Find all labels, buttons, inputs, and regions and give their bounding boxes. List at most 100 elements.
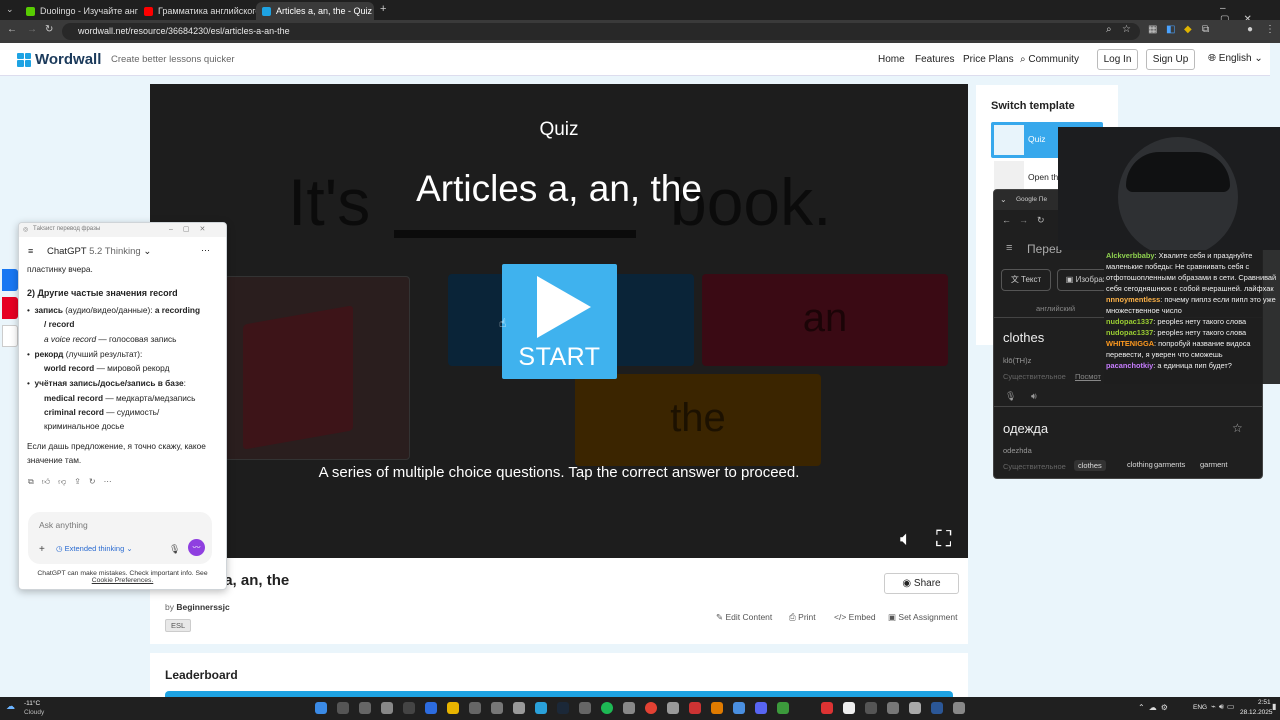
start-menu-icon[interactable] <box>315 702 327 714</box>
star-icon[interactable]: ☆ <box>1232 421 1243 435</box>
weather-icon[interactable]: ☁︎ <box>6 701 15 712</box>
weather-text[interactable]: Cloudy <box>24 709 44 716</box>
tab-duolingo[interactable]: Duolingo - Изучайте английск ✕ <box>20 2 138 20</box>
set-assignment-button[interactable]: ▣ Set Assignment <box>888 612 957 623</box>
spotify-icon[interactable] <box>601 702 613 714</box>
taskbar-app-icon[interactable] <box>865 702 877 714</box>
wordwall-logo[interactable]: Wordwall <box>17 51 101 68</box>
taskbar-app-icon[interactable] <box>887 702 899 714</box>
pinterest-icon[interactable] <box>2 297 18 319</box>
steam-icon[interactable] <box>557 702 569 714</box>
zoom-icon[interactable]: ⌕ <box>1106 24 1112 35</box>
start-button[interactable]: START <box>502 264 617 379</box>
notification-icon[interactable]: ▮ <box>1272 702 1276 711</box>
fullscreen-icon[interactable]: ⛶ <box>936 526 951 552</box>
file-explorer-icon[interactable] <box>447 702 459 714</box>
embed-share-icon[interactable] <box>2 325 18 347</box>
voice-mode-button[interactable]: 〰 <box>188 539 205 556</box>
message-actions[interactable]: ⧉👍︎👎︎⇪↻⋯ <box>28 477 120 487</box>
settings-icon[interactable] <box>953 702 965 714</box>
chat-input[interactable]: Ask anything + ◷ Extended thinking ⌄ 🎙︎ … <box>28 512 212 564</box>
taskbar-app-icon[interactable] <box>909 702 921 714</box>
taskbar-app-icon[interactable] <box>469 702 481 714</box>
taskbar-app-icon[interactable] <box>931 702 943 714</box>
microphone-icon[interactable]: 🎙︎ <box>1005 391 1016 402</box>
taskbar-app-icon[interactable] <box>425 702 437 714</box>
taskbar-app-icon[interactable] <box>711 702 723 714</box>
nav-features[interactable]: Features <box>915 54 954 65</box>
taskbar-app-icon[interactable] <box>689 702 701 714</box>
nav-home[interactable]: Home <box>878 54 905 65</box>
telegram-icon[interactable] <box>535 702 547 714</box>
taskbar-app-icon[interactable] <box>403 702 415 714</box>
tag-badge[interactable]: ESL <box>165 619 192 632</box>
forward-icon[interactable]: → <box>1019 215 1028 225</box>
source-text[interactable]: clothes <box>1003 330 1044 345</box>
reload-icon[interactable]: ↻ <box>45 24 53 35</box>
extension-icon[interactable]: ▦ <box>1148 24 1157 35</box>
network-volume-battery-icons[interactable]: ⌁🔊︎▭ <box>1211 702 1237 712</box>
share-button[interactable]: ◉ Share <box>884 573 959 594</box>
back-icon[interactable]: ← <box>1002 215 1011 225</box>
chevron-down-icon[interactable]: ⌄ <box>1000 195 1007 204</box>
taskbar-app-icon[interactable] <box>667 702 679 714</box>
extension-icon[interactable]: ◆ <box>1184 24 1192 35</box>
search-icon[interactable] <box>337 702 349 714</box>
edit-content-button[interactable]: ✎ Edit Content <box>716 612 772 623</box>
more-options-icon[interactable]: ⋯ <box>201 245 210 256</box>
print-button[interactable]: ⎙ Print <box>789 612 816 623</box>
synonym-chip[interactable]: garments <box>1154 460 1185 469</box>
task-view-icon[interactable] <box>359 702 371 714</box>
synonym-chip[interactable]: clothes <box>1074 460 1106 471</box>
taskbar-app-icon[interactable] <box>579 702 591 714</box>
tab-youtube[interactable]: Грамматика английского язы ✕ <box>138 2 256 20</box>
reload-icon[interactable]: ↻ <box>1037 215 1045 226</box>
taskbar-app-icon[interactable] <box>843 702 855 714</box>
taskbar-app-icon[interactable] <box>733 702 745 714</box>
taskbar-app-icon[interactable] <box>513 702 525 714</box>
microphone-icon[interactable]: 🎙︎ <box>169 544 180 555</box>
extensions-puzzle-icon[interactable]: ⧉ <box>1202 24 1209 35</box>
volume-icon[interactable]: 🔈︎ <box>900 528 912 551</box>
menu-icon[interactable]: ⋮ <box>1265 24 1275 35</box>
synonym-chip[interactable]: clothing <box>1127 460 1153 469</box>
tab-wordwall[interactable]: Articles a, an, the - Quiz ✕ <box>256 2 374 20</box>
extension-icon[interactable]: ◧ <box>1166 24 1175 35</box>
discord-icon[interactable] <box>755 702 767 714</box>
bookmark-star-icon[interactable]: ☆ <box>1122 24 1131 35</box>
taskbar-app-icon[interactable] <box>381 702 393 714</box>
back-icon[interactable]: ← <box>7 24 17 35</box>
plus-icon[interactable]: + <box>39 544 45 555</box>
speaker-icon[interactable]: 🔊︎ <box>1031 391 1037 402</box>
chrome-icon[interactable] <box>645 702 657 714</box>
synonym-chip[interactable]: garment <box>1200 460 1228 469</box>
taskbar-app-icon[interactable] <box>821 702 833 714</box>
hamburger-menu-icon[interactable]: ≡ <box>1006 242 1012 254</box>
translator-tab-label[interactable]: Google Пе <box>1016 196 1047 203</box>
taskbar-app-icon[interactable] <box>623 702 635 714</box>
sidebar-toggle-icon[interactable]: ≡ <box>28 246 33 256</box>
new-tab-button[interactable]: + <box>380 3 386 15</box>
embed-button[interactable]: </> Embed <box>834 612 876 622</box>
source-language[interactable]: английский <box>1036 304 1075 313</box>
chatgpt-window[interactable]: ◎ Тaksист перевод фразы –▢✕ ≡ ChatGPT 5.… <box>18 222 227 590</box>
forward-icon[interactable]: → <box>27 24 37 35</box>
text-tab[interactable]: 文 Текст <box>1001 269 1051 291</box>
clock-time[interactable]: 2:51 <box>1258 699 1271 706</box>
cookie-preferences-link[interactable]: Cookie Preferences. <box>19 577 226 584</box>
signup-button[interactable]: Sign Up <box>1146 49 1195 70</box>
nav-community[interactable]: ⌕ Community <box>1020 54 1079 65</box>
weather-temp[interactable]: -11°C <box>24 700 40 707</box>
language-selector[interactable]: 🌐︎ English ⌄ <box>1208 53 1263 64</box>
clock-date[interactable]: 28.12.2025 <box>1240 709 1273 716</box>
profile-avatar[interactable]: ● <box>1247 24 1253 35</box>
system-tray-icons[interactable]: ⌃☁︎⚙ <box>1138 703 1172 712</box>
more-link[interactable]: Посмот <box>1075 372 1101 381</box>
login-button[interactable]: Log In <box>1097 49 1138 70</box>
taskbar-app-icon[interactable] <box>777 702 789 714</box>
tab-search-icon[interactable]: ⌄ <box>6 4 14 15</box>
address-bar[interactable]: wordwall.net/resource/36684230/esl/artic… <box>62 23 1140 40</box>
nav-price-plans[interactable]: Price Plans <box>963 54 1014 65</box>
input-language[interactable]: ENG <box>1193 704 1207 711</box>
extended-thinking-toggle[interactable]: ◷ Extended thinking ⌄ <box>56 544 133 553</box>
